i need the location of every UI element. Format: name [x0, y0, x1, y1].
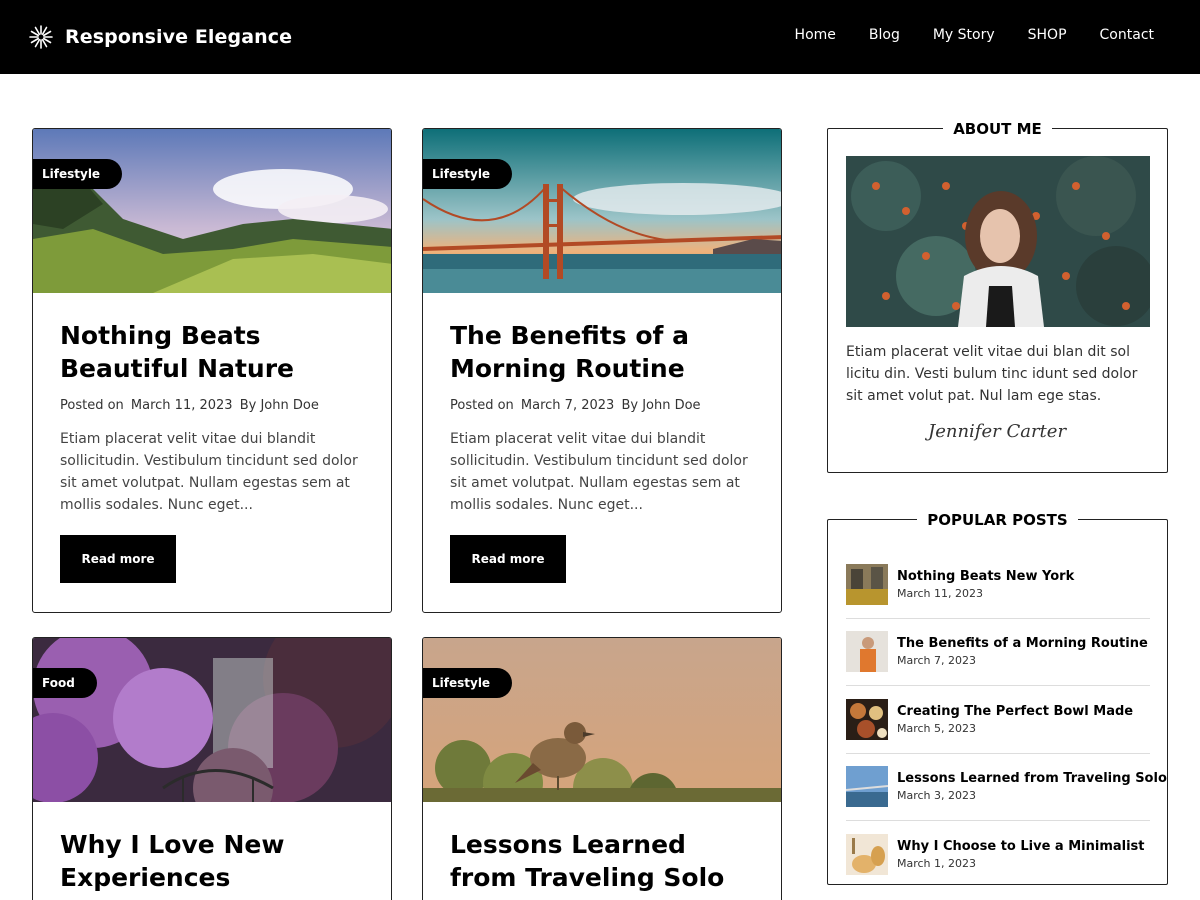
posted-on-label: Posted on: [450, 398, 514, 413]
widget-heading: ABOUT ME: [943, 120, 1052, 138]
site-header: Responsive Elegance Home Blog My Story S…: [0, 0, 1200, 74]
popular-post-title[interactable]: Nothing Beats New York: [897, 569, 1074, 584]
popular-posts-widget: POPULAR POSTS Nothing Beats New York Mar…: [827, 511, 1168, 885]
post-title[interactable]: Lessons Learned from Traveling Solo: [450, 828, 754, 894]
post-thumbnail[interactable]: [846, 766, 888, 808]
popular-post-title[interactable]: Creating The Perfect Bowl Made: [897, 704, 1133, 719]
widget-heading: POPULAR POSTS: [917, 511, 1078, 529]
about-me-widget: ABOUT ME Etiam placerat velit vitae dui …: [827, 120, 1168, 473]
post-meta: Posted on March 7, 2023 By John Doe: [450, 398, 754, 413]
nav-shop[interactable]: SHOP: [1028, 27, 1067, 43]
post-author[interactable]: By John Doe: [240, 398, 319, 413]
nav-blog[interactable]: Blog: [869, 27, 900, 43]
category-badge[interactable]: Lifestyle: [423, 668, 513, 698]
popular-post-date: March 1, 2023: [897, 857, 977, 871]
read-more-button[interactable]: Read more: [60, 535, 176, 583]
post-title[interactable]: Why I Love New Experiences: [60, 828, 364, 894]
post-image-purple-garden[interactable]: Food: [33, 638, 391, 802]
list-item[interactable]: Nothing Beats New York March 11, 2023: [846, 551, 1150, 619]
signature: Jennifer Carter: [928, 421, 1067, 442]
about-photo: [846, 156, 1150, 327]
sunburst-logo-icon: [29, 25, 53, 49]
nav-my-story[interactable]: My Story: [933, 27, 995, 43]
popular-post-date: March 5, 2023: [897, 721, 977, 735]
popular-post-title[interactable]: The Benefits of a Morning Routine: [897, 636, 1148, 651]
post-thumbnail[interactable]: [846, 834, 888, 876]
category-badge[interactable]: Lifestyle: [423, 159, 513, 189]
read-more-button[interactable]: Read more: [450, 535, 566, 583]
site-brand[interactable]: Responsive Elegance: [29, 25, 292, 49]
main-nav: Home Blog My Story SHOP Contact: [795, 27, 1154, 43]
post-card: Food Why I Love New Experiences: [32, 637, 392, 900]
list-item[interactable]: The Benefits of a Morning Routine March …: [846, 619, 1150, 686]
post-date[interactable]: March 7, 2023: [521, 398, 614, 413]
post-title[interactable]: The Benefits of a Morning Routine: [450, 319, 754, 385]
posted-on-label: Posted on: [60, 398, 124, 413]
post-image-bridge[interactable]: Lifestyle: [423, 129, 781, 293]
post-image-bird[interactable]: Lifestyle: [423, 638, 781, 802]
nav-contact[interactable]: Contact: [1100, 27, 1154, 43]
popular-post-date: March 11, 2023: [897, 586, 984, 600]
popular-post-date: March 3, 2023: [897, 789, 977, 803]
post-meta: Posted on March 11, 2023 By John Doe: [60, 398, 364, 413]
list-item[interactable]: Why I Choose to Live a Minimalist March …: [846, 821, 1150, 889]
nav-home[interactable]: Home: [795, 27, 836, 43]
post-excerpt: Etiam placerat velit vitae dui blandit s…: [450, 431, 748, 513]
site-title[interactable]: Responsive Elegance: [65, 26, 292, 48]
about-text: Etiam placerat velit vitae dui blan dit …: [846, 344, 1138, 404]
post-card: Lifestyle Lessons Learned from Traveling…: [422, 637, 782, 900]
post-date[interactable]: March 11, 2023: [131, 398, 233, 413]
post-title[interactable]: Nothing Beats Beautiful Nature: [60, 319, 364, 385]
category-badge[interactable]: Food: [33, 668, 97, 698]
popular-posts-list: Nothing Beats New York March 11, 2023 Th…: [846, 551, 1167, 889]
category-badge[interactable]: Lifestyle: [33, 159, 123, 189]
post-excerpt: Etiam placerat velit vitae dui blandit s…: [60, 431, 358, 513]
popular-post-title[interactable]: Why I Choose to Live a Minimalist: [897, 839, 1145, 854]
list-item[interactable]: Creating The Perfect Bowl Made March 5, …: [846, 686, 1150, 754]
post-thumbnail[interactable]: [846, 563, 888, 605]
popular-post-date: March 7, 2023: [897, 654, 977, 668]
popular-post-title[interactable]: Lessons Learned from Traveling Solo: [897, 771, 1167, 786]
post-author[interactable]: By John Doe: [621, 398, 700, 413]
list-item[interactable]: Lessons Learned from Traveling Solo Marc…: [846, 754, 1167, 821]
post-card: Lifestyle Nothing Beats Beautiful Nature…: [32, 128, 392, 613]
post-card: Lifestyle The Benefits of a Morning Rout…: [422, 128, 782, 613]
post-thumbnail[interactable]: [846, 631, 888, 673]
post-thumbnail[interactable]: [846, 698, 888, 740]
post-image-mountains[interactable]: Lifestyle: [33, 129, 391, 293]
